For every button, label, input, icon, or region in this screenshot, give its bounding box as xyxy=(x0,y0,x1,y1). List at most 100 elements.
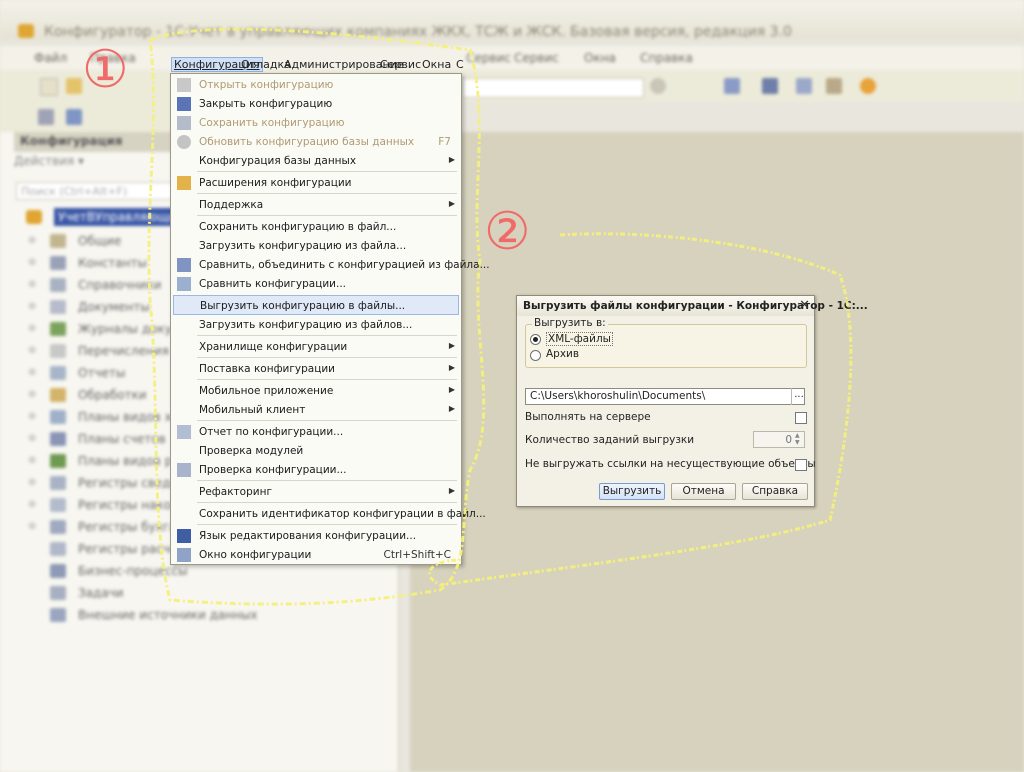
search-icon[interactable] xyxy=(650,78,666,94)
menu-item-open-config[interactable]: Открыть конфигурацию xyxy=(171,75,461,95)
actions-button[interactable]: Действия ▾ xyxy=(14,154,84,168)
expand-icon[interactable]: ⊕ xyxy=(28,521,38,532)
business-process-icon xyxy=(50,564,66,578)
menu-item-config-window[interactable]: Окно конфигурации Ctrl+Shift+C xyxy=(171,545,461,565)
radio-xml-label[interactable]: XML-файлы xyxy=(546,332,613,346)
expand-icon[interactable]: ⊕ xyxy=(28,433,38,444)
menu-item-config-report[interactable]: Отчет по конфигурации... xyxy=(171,422,461,442)
menu-item-refactoring[interactable]: Рефакторинг ▶ xyxy=(171,482,461,502)
enums-icon xyxy=(50,344,66,358)
menu-item-export-to-files[interactable]: Выгрузить конфигурацию в файлы... xyxy=(173,295,459,315)
book-icon[interactable] xyxy=(826,78,842,94)
expand-icon[interactable]: ⊕ xyxy=(28,455,38,466)
radio-archive-label[interactable]: Архив xyxy=(546,348,579,360)
main-menubar: Файл Правка Сервис Сервис Окна Справка xyxy=(0,46,1024,71)
menu-item-mobile-app[interactable]: Мобильное приложение ▶ xyxy=(171,381,461,401)
menu-item-db-configuration[interactable]: Конфигурация базы данных ▶ xyxy=(171,151,461,171)
tasks-icon xyxy=(50,586,66,600)
menu-item-compare-merge[interactable]: Сравнить, объединить с конфигурацией из … xyxy=(171,255,490,275)
list-icon[interactable] xyxy=(38,109,54,125)
menu-help[interactable]: Справка xyxy=(640,51,693,65)
menu-item-check-modules[interactable]: Проверка модулей xyxy=(171,441,461,461)
debug-icon[interactable] xyxy=(796,78,812,94)
menu-separator xyxy=(197,335,457,336)
menu-file[interactable]: Файл xyxy=(34,51,67,65)
menu-item-save-id[interactable]: Сохранить идентификатор конфигурации в ф… xyxy=(171,504,486,524)
expand-icon[interactable]: ⊕ xyxy=(28,279,38,290)
expand-icon[interactable]: ⊕ xyxy=(28,367,38,378)
export-button[interactable]: Выгрузить xyxy=(599,483,665,500)
menu-item-load-from-file[interactable]: Загрузить конфигурацию из файла... xyxy=(171,236,461,256)
common-icon xyxy=(50,234,66,248)
expand-icon[interactable]: ⊕ xyxy=(28,235,38,246)
expand-icon[interactable]: ⊕ xyxy=(28,411,38,422)
menu-item-save-to-file[interactable]: Сохранить конфигурацию в файл... xyxy=(171,217,461,237)
menu-item-check-config[interactable]: Проверка конфигурации... xyxy=(171,460,461,480)
export-target-group: Выгрузить в: XML-файлы Архив xyxy=(525,317,807,368)
open-folder-icon[interactable] xyxy=(66,78,82,94)
accounts-icon xyxy=(50,432,66,446)
export-path-input[interactable]: C:\Users\khoroshulin\Documents\ xyxy=(525,388,805,405)
user-icon[interactable] xyxy=(860,78,876,94)
menu-separator xyxy=(197,379,457,380)
expand-icon[interactable]: ⊕ xyxy=(28,389,38,400)
no-broken-refs-checkbox[interactable] xyxy=(795,459,807,471)
submenu-arrow-icon: ▶ xyxy=(448,199,455,208)
radio-archive[interactable] xyxy=(530,350,541,361)
app-logo-icon xyxy=(18,24,34,38)
expand-icon[interactable]: ⊕ xyxy=(28,345,38,356)
expand-icon[interactable]: ⊕ xyxy=(28,323,38,334)
step-one-badge: ① xyxy=(82,40,129,100)
menu-windows[interactable]: Окна xyxy=(584,51,616,65)
report-icon xyxy=(177,425,191,439)
menu-item-support[interactable]: Поддержка ▶ xyxy=(171,195,461,215)
menu-windows[interactable]: Окна xyxy=(422,58,451,71)
menu-service[interactable]: Сервис xyxy=(380,58,421,71)
close-icon[interactable]: ✕ xyxy=(799,298,810,313)
constants-icon xyxy=(50,256,66,270)
menu-item-extensions[interactable]: Расширения конфигурации xyxy=(171,173,461,193)
help-button[interactable]: Справка xyxy=(742,483,808,500)
menu-item-delivery[interactable]: Поставка конфигурации ▶ xyxy=(171,359,461,379)
external-sources-icon xyxy=(50,608,66,622)
menu-help-partial[interactable]: С xyxy=(456,58,464,71)
menu-item-edit-language[interactable]: Язык редактирования конфигурации... xyxy=(171,526,461,546)
menu-separator xyxy=(197,420,457,421)
new-file-icon[interactable] xyxy=(40,78,58,96)
run-on-server-checkbox[interactable] xyxy=(795,412,807,424)
expand-icon[interactable]: ⊕ xyxy=(28,257,38,268)
documents-icon xyxy=(50,300,66,314)
menu-item-mobile-client[interactable]: Мобильный клиент ▶ xyxy=(171,400,461,420)
window-icon[interactable] xyxy=(724,78,740,94)
cancel-button[interactable]: Отмена xyxy=(671,483,736,500)
menu-item-import-from-files[interactable]: Загрузить конфигурацию из файлов... xyxy=(171,315,461,335)
submenu-arrow-icon: ▶ xyxy=(448,486,455,495)
menu-item-save-config[interactable]: Сохранить конфигурацию xyxy=(171,113,461,133)
step-two-badge: ② xyxy=(484,202,531,262)
jobs-count-stepper[interactable]: 0 ▲ ▼ xyxy=(753,431,805,448)
menu-item-update-db-config[interactable]: Обновить конфигурацию базы данных F7 xyxy=(171,132,461,152)
toolbar-search-combo[interactable] xyxy=(462,78,644,98)
menu-item-compare[interactable]: Сравнить конфигурации... xyxy=(171,274,461,294)
browse-button[interactable]: ... xyxy=(791,388,806,405)
dialog-titlebar: Выгрузить файлы конфигурации - Конфигура… xyxy=(517,296,868,316)
menu-item-repository[interactable]: Хранилище конфигурации ▶ xyxy=(171,337,461,357)
radio-xml[interactable] xyxy=(530,334,541,345)
expand-icon[interactable]: ⊕ xyxy=(28,477,38,488)
menu-separator xyxy=(197,480,457,481)
spin-arrows-icon[interactable]: ▲ ▼ xyxy=(795,432,803,446)
submenu-arrow-icon: ▶ xyxy=(448,363,455,372)
window-title: Конфигуратор - 1С:Учет в управляющих ком… xyxy=(44,24,792,40)
tool-icon[interactable] xyxy=(762,78,778,94)
menu-service[interactable]: Сервис xyxy=(466,51,511,65)
expand-icon[interactable]: ⊕ xyxy=(28,301,38,312)
submenu-arrow-icon: ▶ xyxy=(448,385,455,394)
no-broken-refs-label: Не выгружать ссылки на несуществующие об… xyxy=(525,458,816,470)
expand-icon[interactable]: ⊕ xyxy=(28,499,38,510)
menu-item-close-config[interactable]: Закрыть конфигурацию xyxy=(171,94,461,114)
menu-separator xyxy=(197,171,457,172)
close-config-icon xyxy=(177,97,191,111)
menu-service-2[interactable]: Сервис xyxy=(514,51,559,65)
properties-icon[interactable] xyxy=(66,109,82,125)
info-registers-icon xyxy=(50,476,66,490)
